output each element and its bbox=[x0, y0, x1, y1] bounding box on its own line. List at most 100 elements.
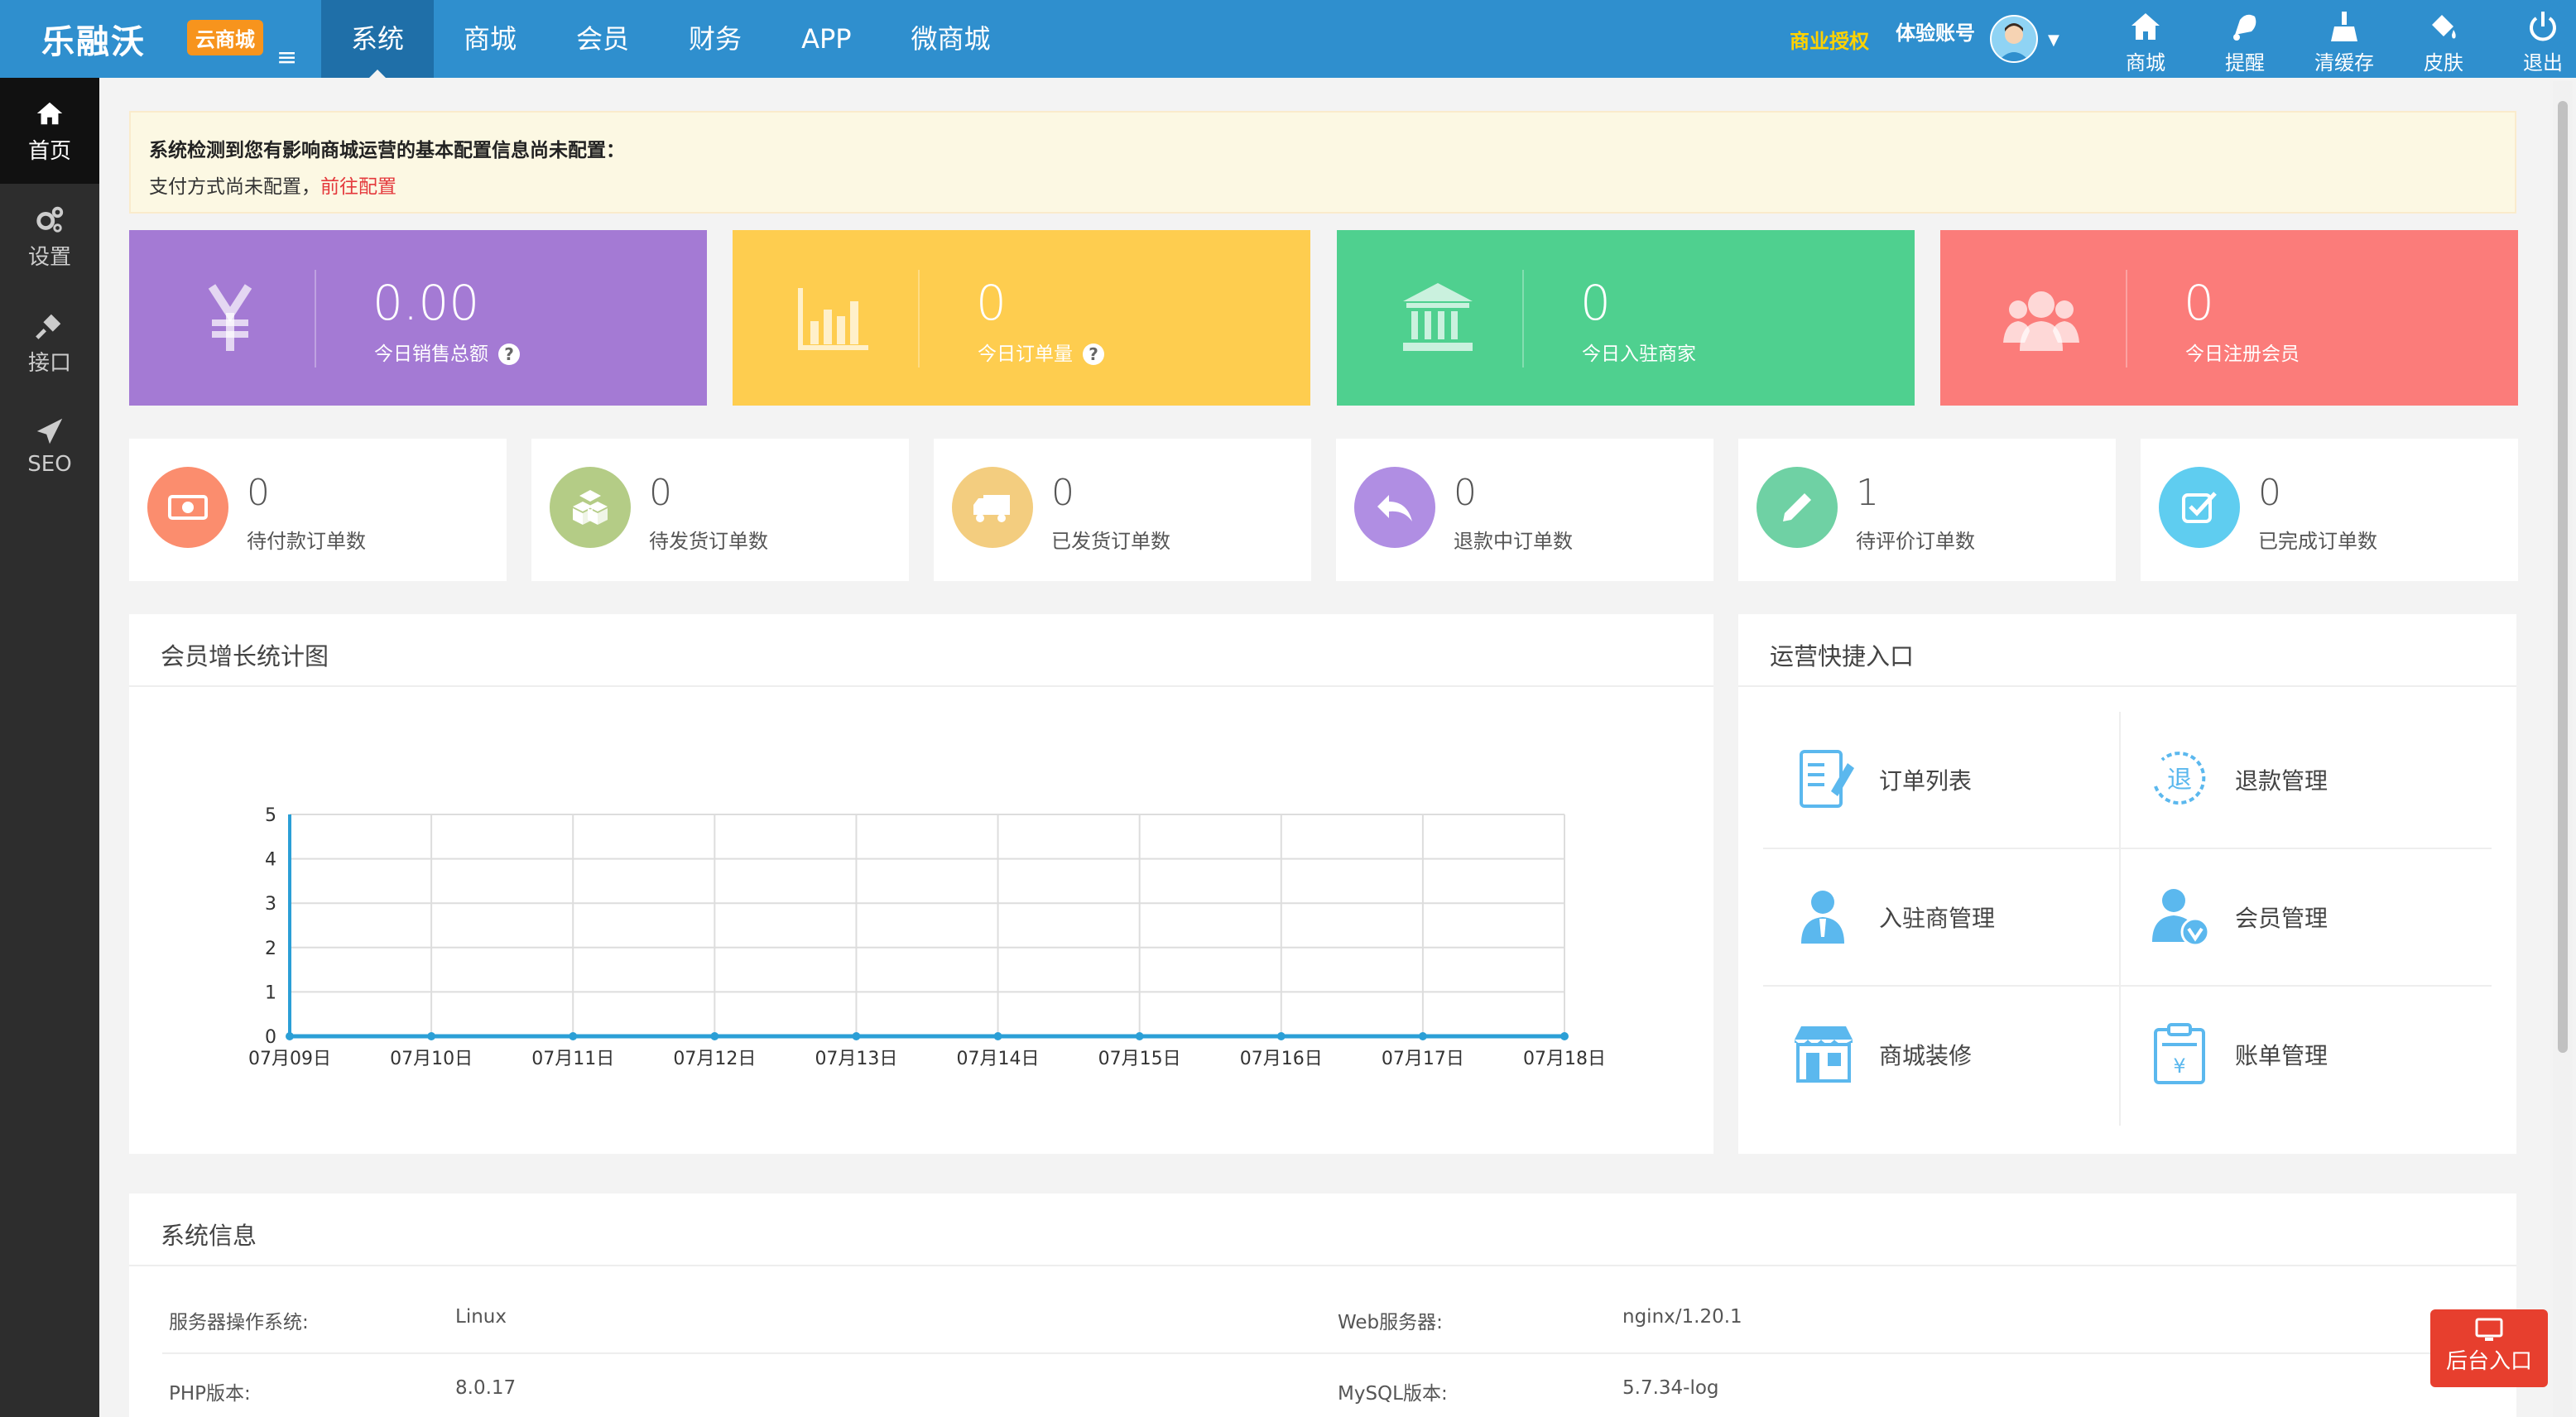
quick-entry-refund[interactable]: 退 退款管理 bbox=[2119, 712, 2460, 848]
refund-icon: 退 bbox=[2154, 752, 2206, 805]
chart-y-tick-label: 4 bbox=[265, 850, 276, 871]
sidebar-item-home[interactable]: 首页 bbox=[0, 78, 99, 184]
order-card-shipped[interactable]: 0 已发货订单数 bbox=[934, 439, 1311, 581]
sidebar-item-interface[interactable]: 接口 bbox=[0, 290, 99, 396]
chart-x-tick-label: 07月09日 bbox=[248, 1049, 331, 1069]
panel-divider bbox=[1738, 685, 2516, 687]
logo[interactable]: 乐融沃 bbox=[41, 15, 146, 63]
quick-entry-store-decor[interactable]: 商城装修 bbox=[1763, 987, 2104, 1122]
order-icon-circle bbox=[1354, 467, 1435, 548]
svg-text:¥: ¥ bbox=[2173, 1054, 2185, 1078]
bell-icon bbox=[2233, 14, 2256, 41]
notice-config-link[interactable]: 前往配置 bbox=[320, 176, 396, 198]
order-label: 待评价订单数 bbox=[1856, 530, 1975, 553]
quick-entry-member[interactable]: 会员管理 bbox=[2119, 849, 2460, 985]
home-icon bbox=[36, 102, 63, 125]
order-count: 0 bbox=[1051, 472, 1074, 514]
account-name[interactable]: 体验账号 bbox=[1896, 17, 1975, 46]
backend-entry-button[interactable]: 后台入口 bbox=[2430, 1309, 2548, 1387]
chart-x-tick-label: 07月13日 bbox=[815, 1049, 897, 1069]
panel-divider bbox=[129, 1265, 2516, 1266]
stat-value: 0.00 bbox=[372, 275, 480, 331]
member-icon bbox=[2152, 889, 2210, 947]
nav-item-wechat-mall[interactable]: 微商城 bbox=[882, 0, 1021, 78]
stat-card-merchants[interactable]: 0 今日入驻商家 bbox=[1337, 230, 1915, 406]
bar-chart-icon bbox=[798, 288, 868, 350]
bill-icon: ¥ bbox=[2154, 1023, 2205, 1084]
notice-message: 支付方式尚未配置， bbox=[149, 176, 320, 198]
chevron-down-icon[interactable]: ▼ bbox=[2048, 31, 2059, 49]
quick-entry-bill[interactable]: ¥ 账单管理 bbox=[2119, 987, 2460, 1122]
sidebar-item-label: 设置 bbox=[27, 245, 71, 270]
tool-logout[interactable]: 退出 bbox=[2505, 5, 2576, 75]
order-card-completed[interactable]: 0 已完成订单数 bbox=[2141, 439, 2518, 581]
tool-skin[interactable]: 皮肤 bbox=[2405, 5, 2482, 75]
truck-icon bbox=[973, 495, 1010, 522]
quick-entry-order-list[interactable]: 订单列表 bbox=[1763, 712, 2104, 848]
stat-card-members[interactable]: 0 今日注册会员 bbox=[1940, 230, 2518, 406]
nav-item-finance[interactable]: 财务 bbox=[659, 0, 771, 78]
logo-badge: 云商城 bbox=[187, 20, 263, 55]
quick-entry-label: 商城装修 bbox=[1879, 1042, 1973, 1069]
store-decor-icon bbox=[1795, 1026, 1853, 1083]
notice-title: 系统检测到您有影响商城运营的基本配置信息尚未配置： bbox=[149, 140, 625, 161]
tool-remind[interactable]: 提醒 bbox=[2207, 5, 2283, 75]
order-icon-circle bbox=[2159, 467, 2240, 548]
check-square-icon bbox=[2182, 492, 2217, 523]
nav-item-system[interactable]: 系统 bbox=[321, 0, 435, 78]
chart-y-tick-label: 0 bbox=[265, 1027, 276, 1048]
row-divider bbox=[162, 1352, 2483, 1354]
plug-icon bbox=[36, 314, 61, 339]
sys-label: PHP版本: bbox=[169, 1383, 251, 1405]
pencil-icon bbox=[1783, 493, 1811, 521]
avatar-icon bbox=[1992, 17, 2036, 61]
tool-mall[interactable]: 商城 bbox=[2107, 5, 2184, 75]
gears-icon bbox=[36, 206, 64, 233]
license-link[interactable]: 商业授权 bbox=[1790, 25, 1869, 54]
chart-x-tick-label: 07月17日 bbox=[1382, 1049, 1464, 1069]
stat-card-sales[interactable]: 0.00 今日销售总额? bbox=[129, 230, 707, 406]
sidebar-item-label: 接口 bbox=[27, 351, 71, 376]
avatar[interactable] bbox=[1990, 15, 2038, 63]
chart-x-tick-label: 07月18日 bbox=[1523, 1049, 1606, 1069]
order-card-unpaid[interactable]: 0 待付款订单数 bbox=[129, 439, 507, 581]
sys-label: Web服务器: bbox=[1338, 1312, 1443, 1333]
stat-label: 今日销售总额? bbox=[374, 338, 520, 366]
scrollbar-thumb[interactable] bbox=[2558, 101, 2568, 1053]
stat-divider bbox=[2126, 270, 2127, 367]
chart-data-point bbox=[569, 1032, 578, 1040]
stat-label-text: 今日订单量 bbox=[978, 343, 1073, 365]
stat-card-orders[interactable]: 0 今日订单量? bbox=[733, 230, 1310, 406]
nav-item-mall[interactable]: 商城 bbox=[434, 0, 546, 78]
order-card-to-review[interactable]: 1 待评价订单数 bbox=[1738, 439, 2116, 581]
tool-label: 商城 bbox=[2126, 51, 2165, 74]
tool-label: 提醒 bbox=[2225, 51, 2265, 74]
quick-entry-panel: 运营快捷入口 订单列表 退 退款管理 入驻商管理 会员管理 商城装修 ¥ 账单管… bbox=[1738, 614, 2516, 1154]
tool-label: 皮肤 bbox=[2424, 51, 2463, 74]
money-icon bbox=[168, 495, 208, 520]
help-icon[interactable]: ? bbox=[498, 343, 520, 365]
order-list-icon bbox=[1800, 750, 1854, 808]
tool-clear-cache[interactable]: 清缓存 bbox=[2306, 5, 2382, 75]
bank-icon bbox=[1403, 283, 1473, 351]
monitor-icon bbox=[2475, 1318, 2503, 1341]
quick-entry-merchant[interactable]: 入驻商管理 bbox=[1763, 849, 2104, 985]
nav-item-member[interactable]: 会员 bbox=[546, 0, 659, 78]
chart-x-tick-label: 07月12日 bbox=[673, 1049, 756, 1069]
sidebar-item-seo[interactable]: SEO bbox=[0, 396, 99, 502]
order-card-refunding[interactable]: 0 退款中订单数 bbox=[1336, 439, 1713, 581]
order-card-to-ship[interactable]: 0 待发货订单数 bbox=[531, 439, 909, 581]
nav-item-app[interactable]: APP bbox=[771, 0, 881, 78]
chart-x-tick-label: 07月11日 bbox=[531, 1049, 614, 1069]
help-icon[interactable]: ? bbox=[1083, 343, 1104, 365]
main-nav: 系统 商城 会员 财务 APP 微商城 bbox=[321, 0, 1021, 78]
chart-x-tick-label: 07月10日 bbox=[390, 1049, 473, 1069]
sys-value: Linux bbox=[455, 1306, 507, 1328]
menu-toggle-icon[interactable]: ≡ bbox=[276, 43, 297, 72]
order-label: 待付款订单数 bbox=[247, 530, 366, 553]
sidebar-item-settings[interactable]: 设置 bbox=[0, 184, 99, 290]
merchant-icon bbox=[1801, 891, 1844, 944]
chart-data-point bbox=[1560, 1032, 1569, 1040]
panel-title: 系统信息 bbox=[161, 1222, 257, 1250]
stat-label: 今日入驻商家 bbox=[1582, 343, 1696, 365]
